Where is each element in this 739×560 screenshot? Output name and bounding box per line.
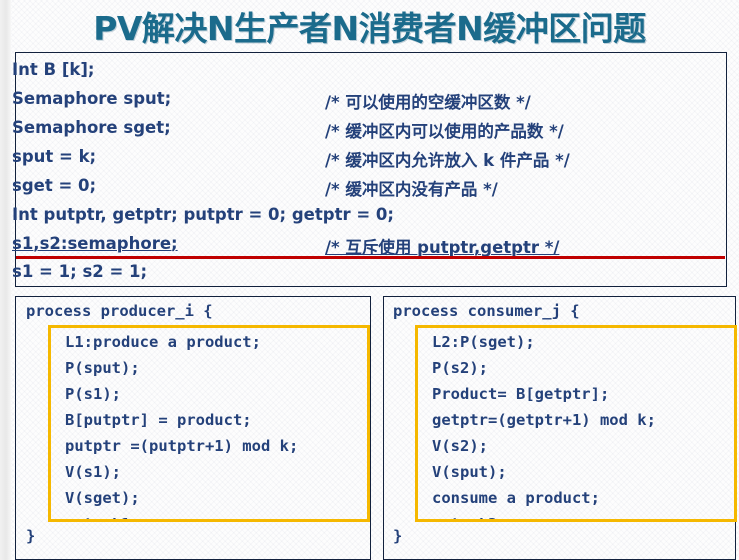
declaration-code-7: s1 = 1; s2 = 1;	[12, 262, 148, 281]
consumer-body-line-5: V(sput);	[432, 463, 507, 481]
declaration-code-3: sput = k;	[12, 147, 97, 166]
producer-body-line-0: L1:produce a product;	[65, 333, 261, 351]
producer-body-line-1: P(sput);	[65, 359, 140, 377]
left-gutter-strip	[0, 0, 11, 560]
highlight-underline-rule	[16, 256, 725, 259]
producer-header: process producer_i {	[26, 302, 213, 320]
consumer-body-line-6: consume a product;	[432, 489, 600, 507]
producer-body-line-4: putptr =(putptr+1) mod k;	[65, 437, 299, 455]
consumer-body-line-7: goto L2;	[432, 515, 507, 519]
consumer-close-brace: }	[393, 527, 403, 545]
declaration-comment-3: /* 缓冲区内允许放入 k 件产品 */	[325, 151, 570, 170]
declaration-code-5: Int putptr, getptr; putptr = 0; getptr =…	[12, 205, 394, 224]
consumer-body-line-0: L2:P(sget);	[432, 333, 535, 351]
declaration-code-0: Int B [k];	[12, 60, 95, 79]
producer-body-line-7: goto L1;	[65, 515, 140, 519]
declaration-code-2: Semaphore sget;	[12, 118, 171, 137]
declaration-code-6: s1,s2:semaphore;	[12, 234, 178, 253]
declaration-code-4: sget = 0;	[12, 176, 97, 195]
declaration-comment-1: /* 可以使用的空缓冲区数 */	[325, 93, 531, 112]
consumer-body-line-2: Product= B[getptr];	[432, 385, 610, 403]
consumer-body-line-4: V(s2);	[432, 437, 488, 455]
consumer-body-line-3: getptr=(getptr+1) mod k;	[432, 411, 656, 429]
producer-body-line-3: B[putptr] = product;	[65, 411, 252, 429]
page-title: PV解决N生产者N消费者N缓冲区问题	[93, 9, 646, 48]
consumer-header: process consumer_j {	[393, 302, 580, 320]
producer-body-line-2: P(s1);	[65, 385, 121, 403]
producer-body-highlight-box: L1:produce a product; P(sput); P(s1); B[…	[48, 325, 370, 522]
consumer-body-highlight-box: L2:P(sget); P(s2); Product= B[getptr]; g…	[415, 325, 737, 522]
declaration-comment-2: /* 缓冲区内可以使用的产品数 */	[325, 122, 564, 141]
declaration-code-1: Semaphore sput;	[12, 89, 172, 108]
consumer-body-line-1: P(s2);	[432, 359, 488, 377]
producer-close-brace: }	[26, 527, 36, 545]
producer-body-line-5: V(s1);	[65, 463, 121, 481]
declaration-comment-6: /* 互斥使用 putptr,getptr */	[325, 238, 560, 257]
declaration-comment-4: /* 缓冲区内没有产品 */	[325, 180, 498, 199]
producer-body-line-6: V(sget);	[65, 489, 140, 507]
